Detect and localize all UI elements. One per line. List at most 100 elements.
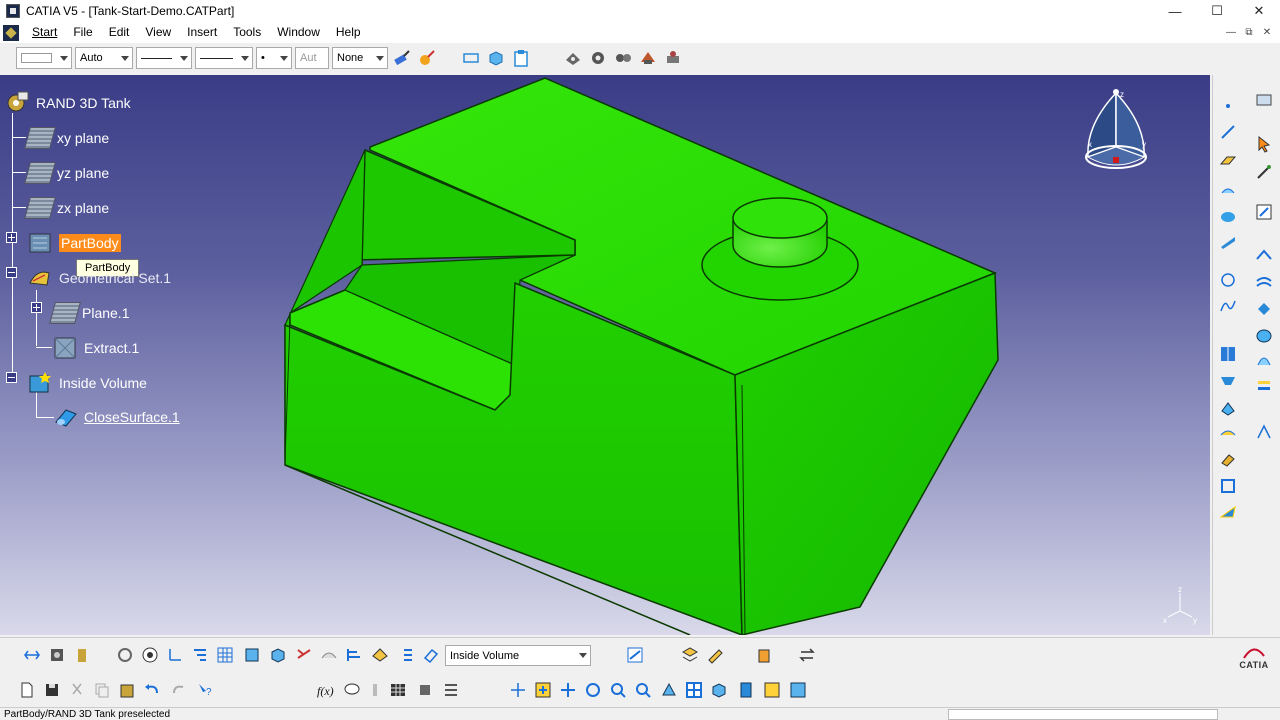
line-type-combo[interactable]	[195, 47, 253, 69]
point-type-combo[interactable]: •	[256, 47, 292, 69]
transparency-combo[interactable]: Auto	[75, 47, 133, 69]
layer-combo[interactable]: Aut	[295, 47, 329, 69]
tree-node-partbody[interactable]: PartBody	[27, 228, 121, 258]
tree-node-geometrical-set[interactable]: Geometrical Set.1	[27, 263, 171, 293]
pan-icon[interactable]	[557, 679, 579, 701]
geoset-expander[interactable]	[6, 267, 17, 278]
menu-view[interactable]: View	[137, 22, 179, 43]
menu-window[interactable]: Window	[269, 22, 328, 43]
power-input-field[interactable]	[948, 709, 1218, 720]
redo-icon[interactable]	[168, 679, 190, 701]
point-icon[interactable]	[1217, 95, 1239, 117]
rotate-icon[interactable]	[582, 679, 604, 701]
fill-icon[interactable]	[1217, 397, 1239, 419]
extract-tool-icon[interactable]	[1217, 423, 1239, 445]
define-work-object-icon[interactable]	[420, 644, 442, 666]
save-icon[interactable]	[41, 679, 63, 701]
loft-icon[interactable]	[1253, 325, 1275, 347]
list-icon[interactable]	[396, 644, 418, 666]
translate-icon[interactable]	[1217, 449, 1239, 471]
formula-fx-icon[interactable]: f(x)	[316, 679, 338, 701]
thickness-icon[interactable]	[1253, 297, 1275, 319]
start-icon[interactable]	[3, 24, 19, 41]
knowledge-icon[interactable]	[637, 47, 659, 69]
formula-icon[interactable]	[624, 644, 646, 666]
revolve-surface-icon[interactable]	[1217, 205, 1239, 227]
maximize-button[interactable]: ☐	[1196, 0, 1238, 22]
doc-close-button[interactable]: ✕	[1258, 27, 1276, 38]
gears-icon[interactable]	[612, 47, 634, 69]
render-icon[interactable]	[318, 644, 340, 666]
sketcher-2d-icon[interactable]	[460, 47, 482, 69]
tree-expand-icon[interactable]	[189, 644, 211, 666]
boundary-icon[interactable]	[1217, 475, 1239, 497]
line-icon[interactable]	[1217, 121, 1239, 143]
tree-node-zx-plane[interactable]: zx plane	[24, 193, 109, 223]
output-feature-icon[interactable]	[1253, 245, 1275, 267]
tree-reorder-icon[interactable]	[343, 644, 365, 666]
copy-properties-icon[interactable]	[416, 47, 438, 69]
fly-mode-icon[interactable]	[507, 679, 529, 701]
spline-icon[interactable]	[1217, 295, 1239, 317]
blend-icon[interactable]	[1253, 349, 1275, 371]
circle-icon[interactable]	[1217, 269, 1239, 291]
compass-widget[interactable]: x y z	[1080, 85, 1152, 185]
gear-icon[interactable]	[587, 47, 609, 69]
menu-file[interactable]: File	[65, 22, 100, 43]
menu-help[interactable]: Help	[328, 22, 369, 43]
law-icon[interactable]	[1217, 501, 1239, 523]
tree-node-closesurface[interactable]: CloseSurface.1	[52, 402, 180, 432]
menu-tools[interactable]: Tools	[225, 22, 269, 43]
join-icon[interactable]	[1217, 369, 1239, 391]
machine-icon[interactable]	[662, 47, 684, 69]
plane-tool-icon[interactable]	[1217, 149, 1239, 171]
hide-show-icon[interactable]	[139, 644, 161, 666]
replace-icon[interactable]	[796, 644, 818, 666]
plane1-expander[interactable]	[31, 302, 42, 313]
view-3d-icon[interactable]	[485, 47, 507, 69]
minimize-button[interactable]: —	[1154, 0, 1196, 22]
paste-icon[interactable]	[510, 47, 532, 69]
tree-node-extract1[interactable]: Extract.1	[52, 333, 139, 363]
tree-node-inside-volume[interactable]: Inside Volume	[27, 368, 147, 398]
parameters-icon[interactable]	[440, 679, 462, 701]
doc-minimize-button[interactable]: —	[1222, 27, 1240, 38]
iso-view-icon[interactable]	[708, 679, 730, 701]
comment-icon[interactable]	[341, 679, 363, 701]
axis-system-icon[interactable]	[164, 644, 186, 666]
pen-icon[interactable]	[705, 644, 727, 666]
partbody-expander[interactable]	[6, 232, 17, 243]
new-file-icon[interactable]	[16, 679, 38, 701]
multi-section-icon[interactable]	[1253, 375, 1275, 397]
select-icon[interactable]	[1253, 133, 1275, 155]
multi-view-icon[interactable]	[683, 679, 705, 701]
swap-space-icon[interactable]	[787, 679, 809, 701]
filter-combo[interactable]: None	[332, 47, 388, 69]
hide-icon[interactable]	[761, 679, 783, 701]
undo-icon[interactable]	[141, 679, 163, 701]
current-body-combo[interactable]: Inside Volume	[445, 645, 591, 666]
menu-insert[interactable]: Insert	[179, 22, 225, 43]
3d-viewport[interactable]: RAND 3D Tank xy plane yz plane zx plane …	[0, 75, 1210, 635]
swap-visible-icon[interactable]	[293, 644, 315, 666]
inside-volume-expander[interactable]	[6, 372, 17, 383]
cut-icon[interactable]	[66, 679, 88, 701]
offset-icon[interactable]	[1253, 271, 1275, 293]
menu-edit[interactable]: Edit	[101, 22, 138, 43]
update-icon[interactable]	[46, 644, 68, 666]
measure-icon[interactable]	[71, 644, 93, 666]
close-button[interactable]: ✕	[1238, 0, 1280, 22]
shading-icon[interactable]	[735, 679, 757, 701]
menu-start[interactable]: Start	[24, 22, 65, 43]
whats-this-icon[interactable]: ?	[194, 679, 216, 701]
fit-all-in-icon[interactable]	[532, 679, 554, 701]
grid-icon[interactable]	[214, 644, 236, 666]
catalog-icon[interactable]	[562, 47, 584, 69]
paste-bottom-icon[interactable]	[116, 679, 138, 701]
hand-icon[interactable]	[753, 644, 775, 666]
view-mode-icon[interactable]	[241, 644, 263, 666]
fit-all-icon[interactable]	[21, 644, 43, 666]
normal-view-icon[interactable]	[267, 644, 289, 666]
painter-icon[interactable]	[391, 47, 413, 69]
sketch-icon[interactable]	[1253, 89, 1275, 111]
